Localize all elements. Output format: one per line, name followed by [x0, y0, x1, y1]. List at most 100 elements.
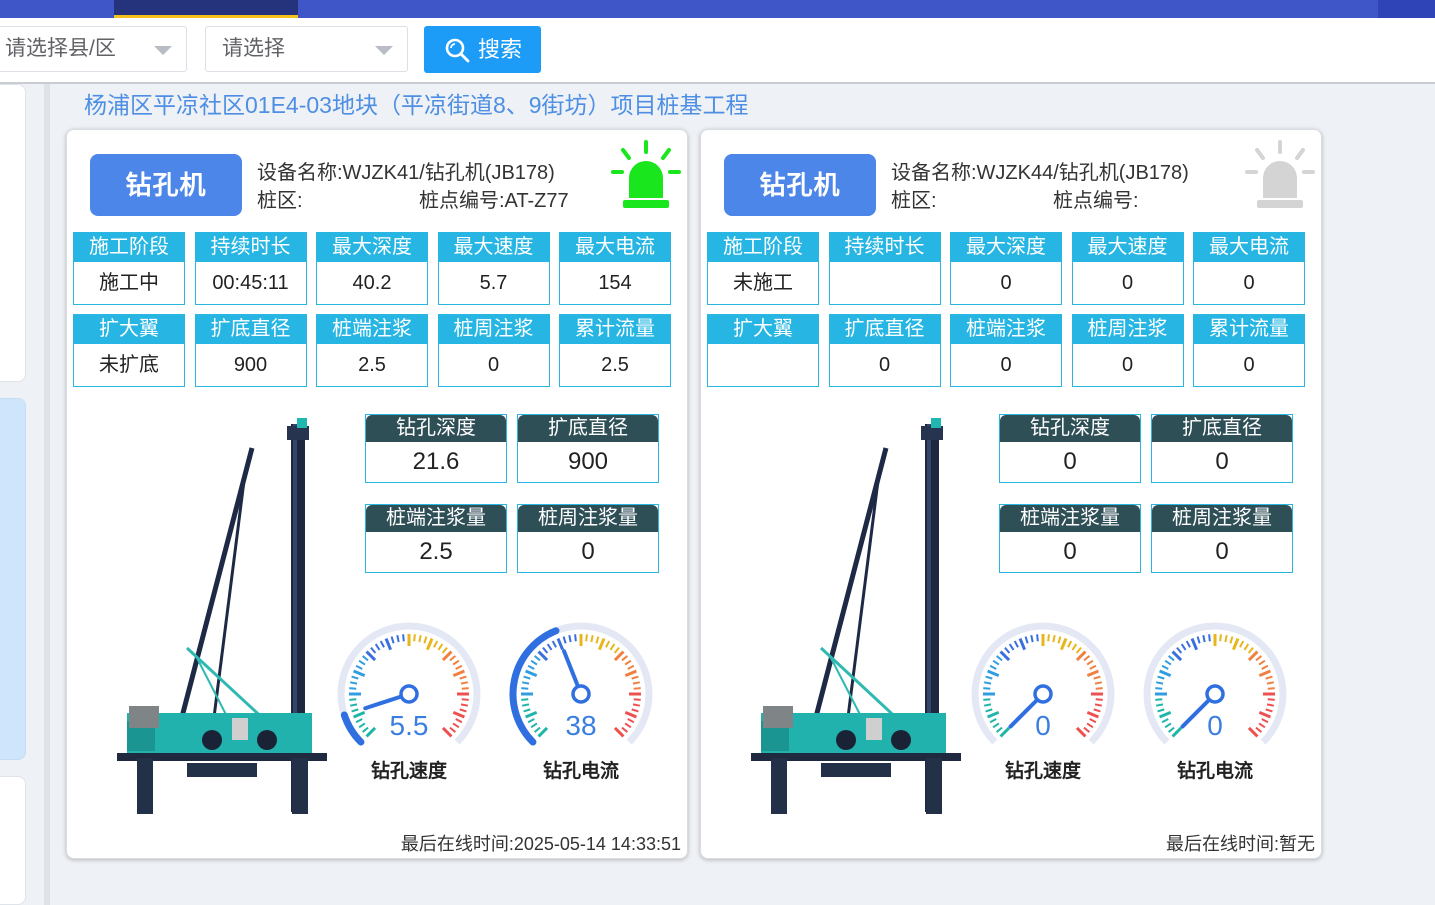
metric-box-header: 桩端注浆量 [1000, 505, 1140, 532]
stat-cell-value: 0 [878, 354, 891, 376]
stat-cell-header: 最大速度 [1072, 233, 1183, 262]
stat-cell-value: 900 [233, 354, 268, 376]
stat-cell-header: 扩底直径 [829, 315, 940, 344]
device-panel: 钻孔机 设备名称:WJZK44/钻孔机(JB178) 桩区: 桩点编号: 施工阶段 未施… [700, 129, 1322, 859]
pile-info-row: 桩区: 桩点编号:AT-Z77 [257, 184, 569, 213]
stat-cell-value: 154 [598, 272, 632, 294]
stat-cell-value: 施工中 [99, 272, 159, 294]
side-card-top[interactable] [0, 84, 26, 382]
metric-box: 扩底直径 0 [1151, 414, 1293, 483]
stat-cell: 桩周注浆 0 [437, 314, 550, 387]
stat-cell: 最大电流 154 [559, 232, 671, 305]
district-select-value: 请选择县/区 [5, 37, 116, 60]
stat-cell-header: 持续时长 [195, 233, 306, 262]
stat-cell-value: 0 [487, 354, 500, 376]
stat-cell-value: 2.5 [358, 354, 386, 376]
metric-box: 桩端注浆量 0 [999, 504, 1141, 573]
secondary-select[interactable]: 请选择 [205, 26, 408, 72]
gauge-value: 0 [1207, 710, 1223, 741]
device-name: 设备名称:WJZK41/钻孔机(JB178) [257, 162, 555, 184]
stat-cell-value [708, 344, 818, 386]
stat-cell: 最大电流 0 [1193, 232, 1305, 305]
stat-cell-header: 扩大翼 [74, 315, 184, 344]
search-button[interactable]: 搜索 [424, 26, 541, 73]
metric-box-value: 0 [1063, 538, 1077, 565]
search-button-label: 搜索 [478, 37, 523, 62]
stat-cell-value: 2.5 [601, 354, 629, 376]
gauge-label: 钻孔速度 [1004, 761, 1081, 782]
secondary-select-value: 请选择 [222, 37, 285, 60]
chevron-down-icon [154, 46, 172, 55]
last-online-time: 最后在线时间:2025-05-14 14:33:51 [400, 834, 681, 854]
metric-box-header: 桩周注浆量 [1152, 505, 1292, 532]
metric-box: 桩周注浆量 0 [517, 504, 659, 573]
district-select[interactable]: 请选择县/区 [0, 26, 187, 72]
stat-cell: 累计流量 0 [1193, 314, 1305, 387]
metric-box: 桩周注浆量 0 [1151, 504, 1293, 573]
project-title[interactable]: 杨浦区平凉社区01E4-03地块（平凉街道8、9街坊）项目桩基工程 [84, 86, 749, 120]
stat-cell: 扩底直径 0 [828, 314, 941, 387]
stat-cell-value: 40.2 [352, 272, 392, 294]
stat-cell-value: 0 [1243, 354, 1255, 376]
stat-cell-header: 施工阶段 [74, 233, 184, 262]
top-nav-active-tab[interactable] [114, 0, 298, 18]
stat-cell: 持续时长 [828, 232, 941, 305]
gauge-label: 钻孔电流 [542, 761, 619, 782]
metric-box: 桩端注浆量 2.5 [365, 504, 507, 573]
search-icon [445, 38, 470, 63]
pile-info-row: 桩区: 桩点编号: [891, 184, 1139, 213]
stat-cell: 桩端注浆 0 [950, 314, 1062, 387]
stat-cell-value: 0 [1243, 272, 1255, 294]
metric-box-value: 0 [1215, 538, 1229, 565]
gauge-value: 38 [565, 710, 597, 741]
chevron-down-icon [375, 46, 393, 55]
stat-cell-value: 00:45:11 [212, 272, 289, 294]
side-card-selected[interactable] [0, 398, 26, 760]
stat-cell: 施工阶段 未施工 [707, 232, 819, 305]
drill-current-gauge: 0 钻孔电流 [1135, 614, 1295, 784]
pile-number: 桩点编号:AT-Z77 [419, 190, 569, 212]
stat-cell-header: 累计流量 [1194, 315, 1304, 344]
device-name: 设备名称:WJZK44/钻孔机(JB178) [891, 162, 1189, 184]
device-panel: 钻孔机 设备名称:WJZK41/钻孔机(JB178) 桩区: 桩点编号:AT-Z77 … [66, 129, 688, 859]
stat-cell-header: 扩底直径 [195, 315, 306, 344]
device-type-button[interactable]: 钻孔机 [90, 154, 242, 216]
stat-cell-value: 0 [1000, 354, 1012, 376]
stat-cell-value: 未施工 [733, 272, 793, 294]
drill-speed-gauge: 5.5 钻孔速度 [329, 614, 489, 784]
stat-cell-header: 累计流量 [560, 315, 670, 344]
stat-cell-value: 未扩底 [99, 354, 159, 376]
pile-zone: 桩区: [891, 190, 937, 212]
stat-cell-value [830, 262, 940, 304]
metric-box-value: 0 [581, 538, 595, 565]
stat-cell: 最大速度 0 [1071, 232, 1184, 305]
stat-cell: 施工阶段 施工中 [73, 232, 185, 305]
pile-zone: 桩区: [257, 190, 303, 212]
metric-box-value: 0 [1063, 448, 1077, 475]
stat-cell: 扩底直径 900 [194, 314, 307, 387]
stat-cell-value: 5.7 [479, 272, 508, 294]
metric-box-value: 900 [567, 448, 609, 475]
stat-cell-header: 最大电流 [560, 233, 670, 262]
metric-box-header: 桩周注浆量 [518, 505, 658, 532]
metric-box-value: 2.5 [419, 538, 453, 565]
side-card-bottom[interactable] [0, 776, 26, 905]
filter-bar: 请选择县/区 请选择 搜索 [0, 18, 1435, 84]
device-type-button[interactable]: 钻孔机 [724, 154, 876, 216]
stat-cell: 桩周注浆 0 [1071, 314, 1184, 387]
gauge-value: 0 [1035, 710, 1051, 741]
metric-box-header: 桩端注浆量 [366, 505, 506, 532]
metric-box-header: 钻孔深度 [366, 415, 506, 442]
gauge-label: 钻孔速度 [370, 761, 447, 782]
stat-cell-header: 扩大翼 [708, 315, 818, 344]
stat-cell: 桩端注浆 2.5 [316, 314, 428, 387]
stat-cell: 最大速度 5.7 [437, 232, 550, 305]
stat-cell: 扩大翼 [707, 314, 819, 387]
stat-cell-value: 0 [1121, 272, 1134, 294]
stat-cell-header: 持续时长 [829, 233, 940, 262]
top-nav-right-block[interactable] [1378, 0, 1435, 18]
stat-cell: 持续时长 00:45:11 [194, 232, 307, 305]
metric-box-header: 钻孔深度 [1000, 415, 1140, 442]
alarm-light-icon [1245, 140, 1315, 221]
stat-cell-value: 0 [1121, 354, 1134, 376]
